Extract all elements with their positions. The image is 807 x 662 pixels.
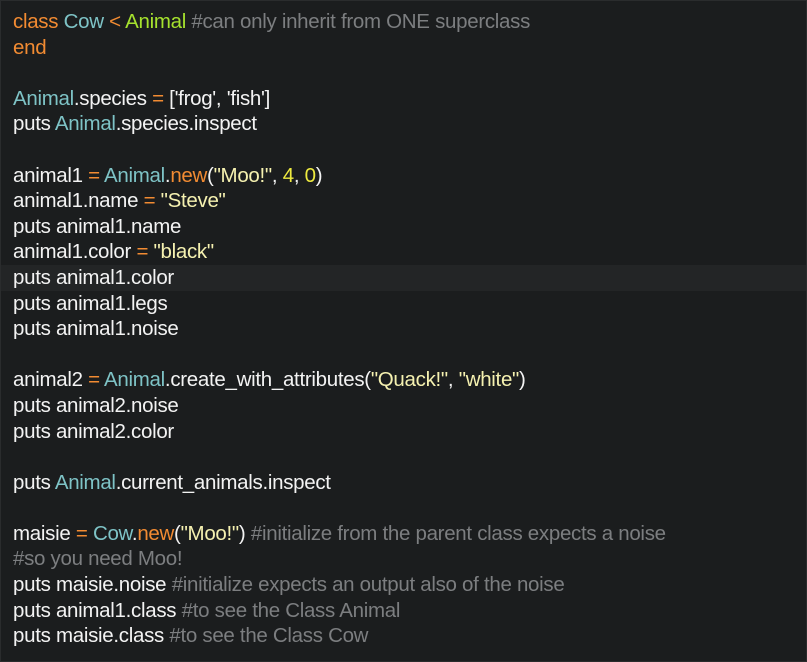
comment: #initialize expects an output also of th… <box>171 573 565 597</box>
comment: #initialize from the parent class expect… <box>250 521 666 545</box>
comment: #to see the Class Animal <box>181 598 401 622</box>
comment: #to see the Class Cow <box>169 624 369 648</box>
statement: puts maisie.noise <box>13 573 167 597</box>
superclass-name: Animal <box>125 10 186 33</box>
number-literal: 0 <box>304 163 316 187</box>
comma: , <box>293 163 305 187</box>
code-line-2: end <box>13 35 806 61</box>
statement: puts animal1.color <box>13 265 174 289</box>
code-line-15: animal2 = Animal.create_with_attributes(… <box>13 367 806 393</box>
code-line-12: puts animal1.legs <box>13 291 806 317</box>
attribute-ref: animal1.color <box>13 240 132 264</box>
code-line-24: puts animal1.class #to see the Class Ani… <box>13 598 806 624</box>
statement: puts animal2.noise <box>13 393 179 417</box>
string-literal: "white" <box>458 368 520 392</box>
method-call: .create_with_attributes( <box>164 368 371 392</box>
comment: #so you need Moo! <box>13 547 183 571</box>
statement: puts maisie.class <box>13 624 164 648</box>
comment: #can only inherit from ONE superclass <box>191 10 531 33</box>
keyword-end: end <box>13 35 47 59</box>
code-line-21: maisie = Cow.new("Moo!") #initialize fro… <box>13 521 806 547</box>
string-literal: "Moo!" <box>213 163 273 187</box>
string-literal: "black" <box>153 240 215 264</box>
code-line-25: puts maisie.class #to see the Class Cow <box>13 623 806 649</box>
code-editor[interactable]: class Cow < Animal #can only inherit fro… <box>0 0 807 662</box>
method-call: .current_animals.inspect <box>115 470 331 494</box>
puts-keyword: puts <box>13 470 51 494</box>
puts-keyword: puts <box>13 112 51 136</box>
class-ref: Animal <box>104 163 165 187</box>
method-call: .species.inspect <box>115 112 257 136</box>
code-line-16: puts animal2.noise <box>13 393 806 419</box>
code-line-22: #so you need Moo! <box>13 546 806 572</box>
class-ref: Animal <box>104 368 165 392</box>
new-method: new <box>170 163 208 187</box>
assign-operator: = <box>152 86 164 110</box>
assign-operator: = <box>88 163 100 187</box>
class-ref: Animal <box>13 86 74 110</box>
string-literal: "Moo!" <box>180 521 240 545</box>
statement: puts animal1.class <box>13 598 177 622</box>
class-name: Cow <box>63 10 104 33</box>
statement: puts animal1.noise <box>13 317 179 341</box>
assign-operator: = <box>75 521 88 545</box>
code-line-5: puts Animal.species.inspect <box>13 111 806 137</box>
code-line-11-current: puts animal1.color <box>1 264 806 291</box>
class-ref: Cow <box>92 521 132 545</box>
comma: , <box>447 368 459 392</box>
code-line-13: puts animal1.noise <box>13 316 806 342</box>
statement: puts animal1.legs <box>13 291 168 315</box>
attribute-ref: animal1.name <box>13 189 139 213</box>
variable: animal2 <box>13 368 83 392</box>
class-ref: Animal <box>54 470 116 494</box>
assign-operator: = <box>136 240 149 264</box>
paren-close: ) <box>315 163 323 187</box>
method-call: .species <box>73 86 147 110</box>
class-ref: Animal <box>54 112 116 136</box>
code-line-10: animal1.color = "black" <box>13 239 806 265</box>
array-literal: ['frog', 'fish'] <box>169 86 271 110</box>
string-literal: "Steve" <box>160 189 226 213</box>
variable: animal1 <box>13 163 83 187</box>
keyword-class: class <box>13 10 59 33</box>
paren-close: ) <box>238 521 246 545</box>
code-line-4: Animal.species = ['frog', 'fish'] <box>13 86 806 112</box>
code-line-9: puts animal1.name <box>13 214 806 240</box>
code-line-1: class Cow < Animal #can only inherit fro… <box>13 9 806 35</box>
new-method: new <box>137 521 175 545</box>
number-literal: 4 <box>282 163 294 187</box>
assign-operator: = <box>143 189 156 213</box>
statement: puts animal2.color <box>13 419 174 443</box>
code-line-23: puts maisie.noise #initialize expects an… <box>13 572 806 598</box>
variable: maisie <box>13 521 71 545</box>
string-literal: "Quack!" <box>370 368 448 392</box>
code-line-7: animal1 = Animal.new("Moo!", 4, 0) <box>13 163 806 189</box>
assign-operator: = <box>88 368 100 392</box>
statement: puts animal1.name <box>13 214 182 238</box>
inherit-operator: < <box>109 10 121 33</box>
code-line-19: puts Animal.current_animals.inspect <box>13 470 806 496</box>
code-line-17: puts animal2.color <box>13 419 806 445</box>
code-line-8: animal1.name = "Steve" <box>13 188 806 214</box>
comma: , <box>271 163 283 187</box>
paren-close: ) <box>519 368 526 392</box>
